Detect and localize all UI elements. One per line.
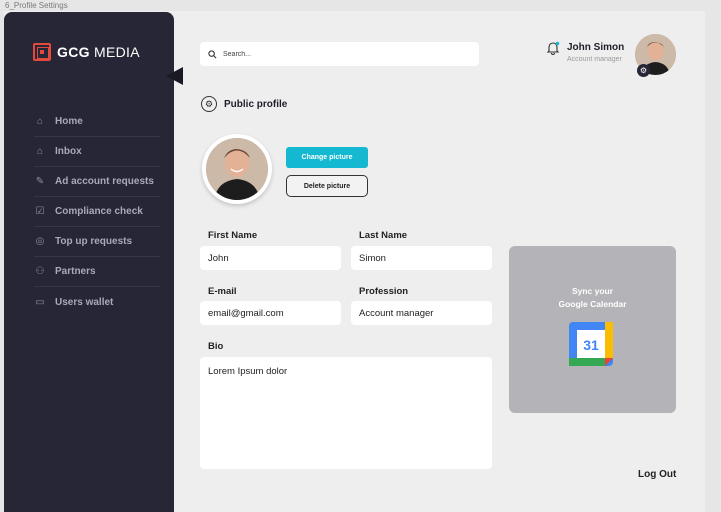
profile-photo	[206, 138, 268, 200]
coins-icon: ◎	[35, 236, 45, 247]
partners-icon: ⚇	[35, 266, 45, 277]
settings-icon: ⚙	[201, 96, 217, 112]
search-bar	[200, 42, 479, 66]
sidebar-item-users-wallet[interactable]: ▭ Users wallet	[34, 287, 160, 317]
sidebar-item-ad-account-requests[interactable]: ✎ Ad account requests	[34, 167, 160, 197]
brand-name: GCG MEDIA	[57, 44, 140, 60]
sidebar-item-inbox[interactable]: ⌂ Inbox	[34, 137, 160, 167]
email-field[interactable]	[200, 301, 341, 325]
home-icon: ⌂	[36, 116, 44, 127]
inbox-icon: ⌂	[36, 146, 44, 157]
search-icon	[208, 49, 217, 58]
sidebar-item-label: Compliance check	[55, 206, 143, 217]
wallet-icon: ▭	[35, 296, 45, 308]
sync-google-calendar-card[interactable]: Sync your Google Calendar 31	[509, 246, 676, 413]
sidebar-item-label: Users wallet	[55, 296, 114, 308]
first-name-label: First Name	[208, 230, 258, 241]
checklist-icon: ☑	[35, 206, 45, 217]
sidebar-item-compliance-check[interactable]: ☑ Compliance check	[34, 197, 160, 227]
sidebar-item-top-up-requests[interactable]: ◎ Top up requests	[34, 227, 160, 257]
bio-field[interactable]: Lorem Ipsum dolor	[200, 357, 492, 469]
svg-text:31: 31	[583, 337, 599, 353]
sidebar-item-partners[interactable]: ⚇ Partners	[34, 257, 160, 287]
profile-picture[interactable]	[202, 134, 272, 204]
edit-icon: ✎	[35, 176, 45, 187]
user-name: John Simon	[567, 42, 625, 53]
sidebar-nav: ⌂ Home ⌂ Inbox ✎ Ad account requests ☑ C…	[34, 107, 160, 317]
bio-label: Bio	[208, 341, 224, 352]
settings-gear-icon[interactable]: ⚙	[637, 64, 650, 77]
profession-label: Profession	[359, 286, 409, 297]
logout-button[interactable]: Log Out	[638, 469, 676, 480]
logo-mark-icon	[33, 43, 51, 61]
last-name-field[interactable]	[351, 246, 492, 270]
first-name-field[interactable]	[200, 246, 341, 270]
email-label: E-mail	[208, 286, 237, 297]
sidebar-item-label: Ad account requests	[55, 176, 154, 187]
sidebar-item-home[interactable]: ⌂ Home	[34, 107, 160, 137]
sidebar: GCG MEDIA ⌂ Home ⌂ Inbox ✎ Ad account re…	[4, 12, 174, 512]
bell-icon[interactable]	[545, 40, 561, 56]
collapse-sidebar-arrow-icon[interactable]	[166, 67, 183, 85]
delete-picture-button[interactable]: Delete picture	[286, 175, 368, 197]
google-calendar-icon: 31	[569, 322, 613, 366]
brand-logo[interactable]: GCG MEDIA	[33, 43, 140, 61]
frame-label: 6_Profile Settings	[5, 1, 68, 10]
last-name-label: Last Name	[359, 230, 408, 241]
sidebar-item-label: Partners	[55, 266, 96, 277]
sidebar-item-label: Home	[55, 116, 83, 127]
change-picture-button[interactable]: Change picture	[286, 147, 368, 168]
section-title: Public profile	[224, 99, 288, 110]
sidebar-item-label: Inbox	[55, 146, 82, 157]
sync-calendar-text: Sync your Google Calendar	[558, 286, 627, 309]
user-role: Account manager	[567, 56, 622, 63]
profession-field[interactable]	[351, 301, 492, 325]
search-input[interactable]	[223, 50, 463, 58]
sidebar-item-label: Top up requests	[55, 236, 133, 247]
user-photo	[206, 138, 268, 200]
